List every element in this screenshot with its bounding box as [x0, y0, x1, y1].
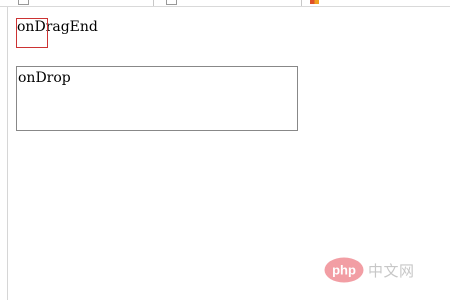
watermark-site-text: 中文网 [368, 261, 415, 280]
tab-divider [153, 0, 154, 6]
favicon-icon [310, 0, 319, 4]
page: onDragEnd onDrop php 中文网 [0, 0, 450, 300]
browser-tab-strip [0, 0, 450, 7]
content-frame-edge [7, 7, 8, 300]
drag-source-box[interactable] [16, 18, 48, 48]
tab-divider [301, 0, 302, 6]
drop-target-box[interactable]: onDrop [16, 66, 298, 131]
php-logo-icon: php [324, 257, 364, 283]
page-icon [166, 0, 177, 5]
svg-text:php: php [332, 263, 356, 278]
page-icon [18, 0, 29, 5]
drop-target-label: onDrop [18, 70, 71, 86]
watermark: php 中文网 [324, 256, 415, 284]
